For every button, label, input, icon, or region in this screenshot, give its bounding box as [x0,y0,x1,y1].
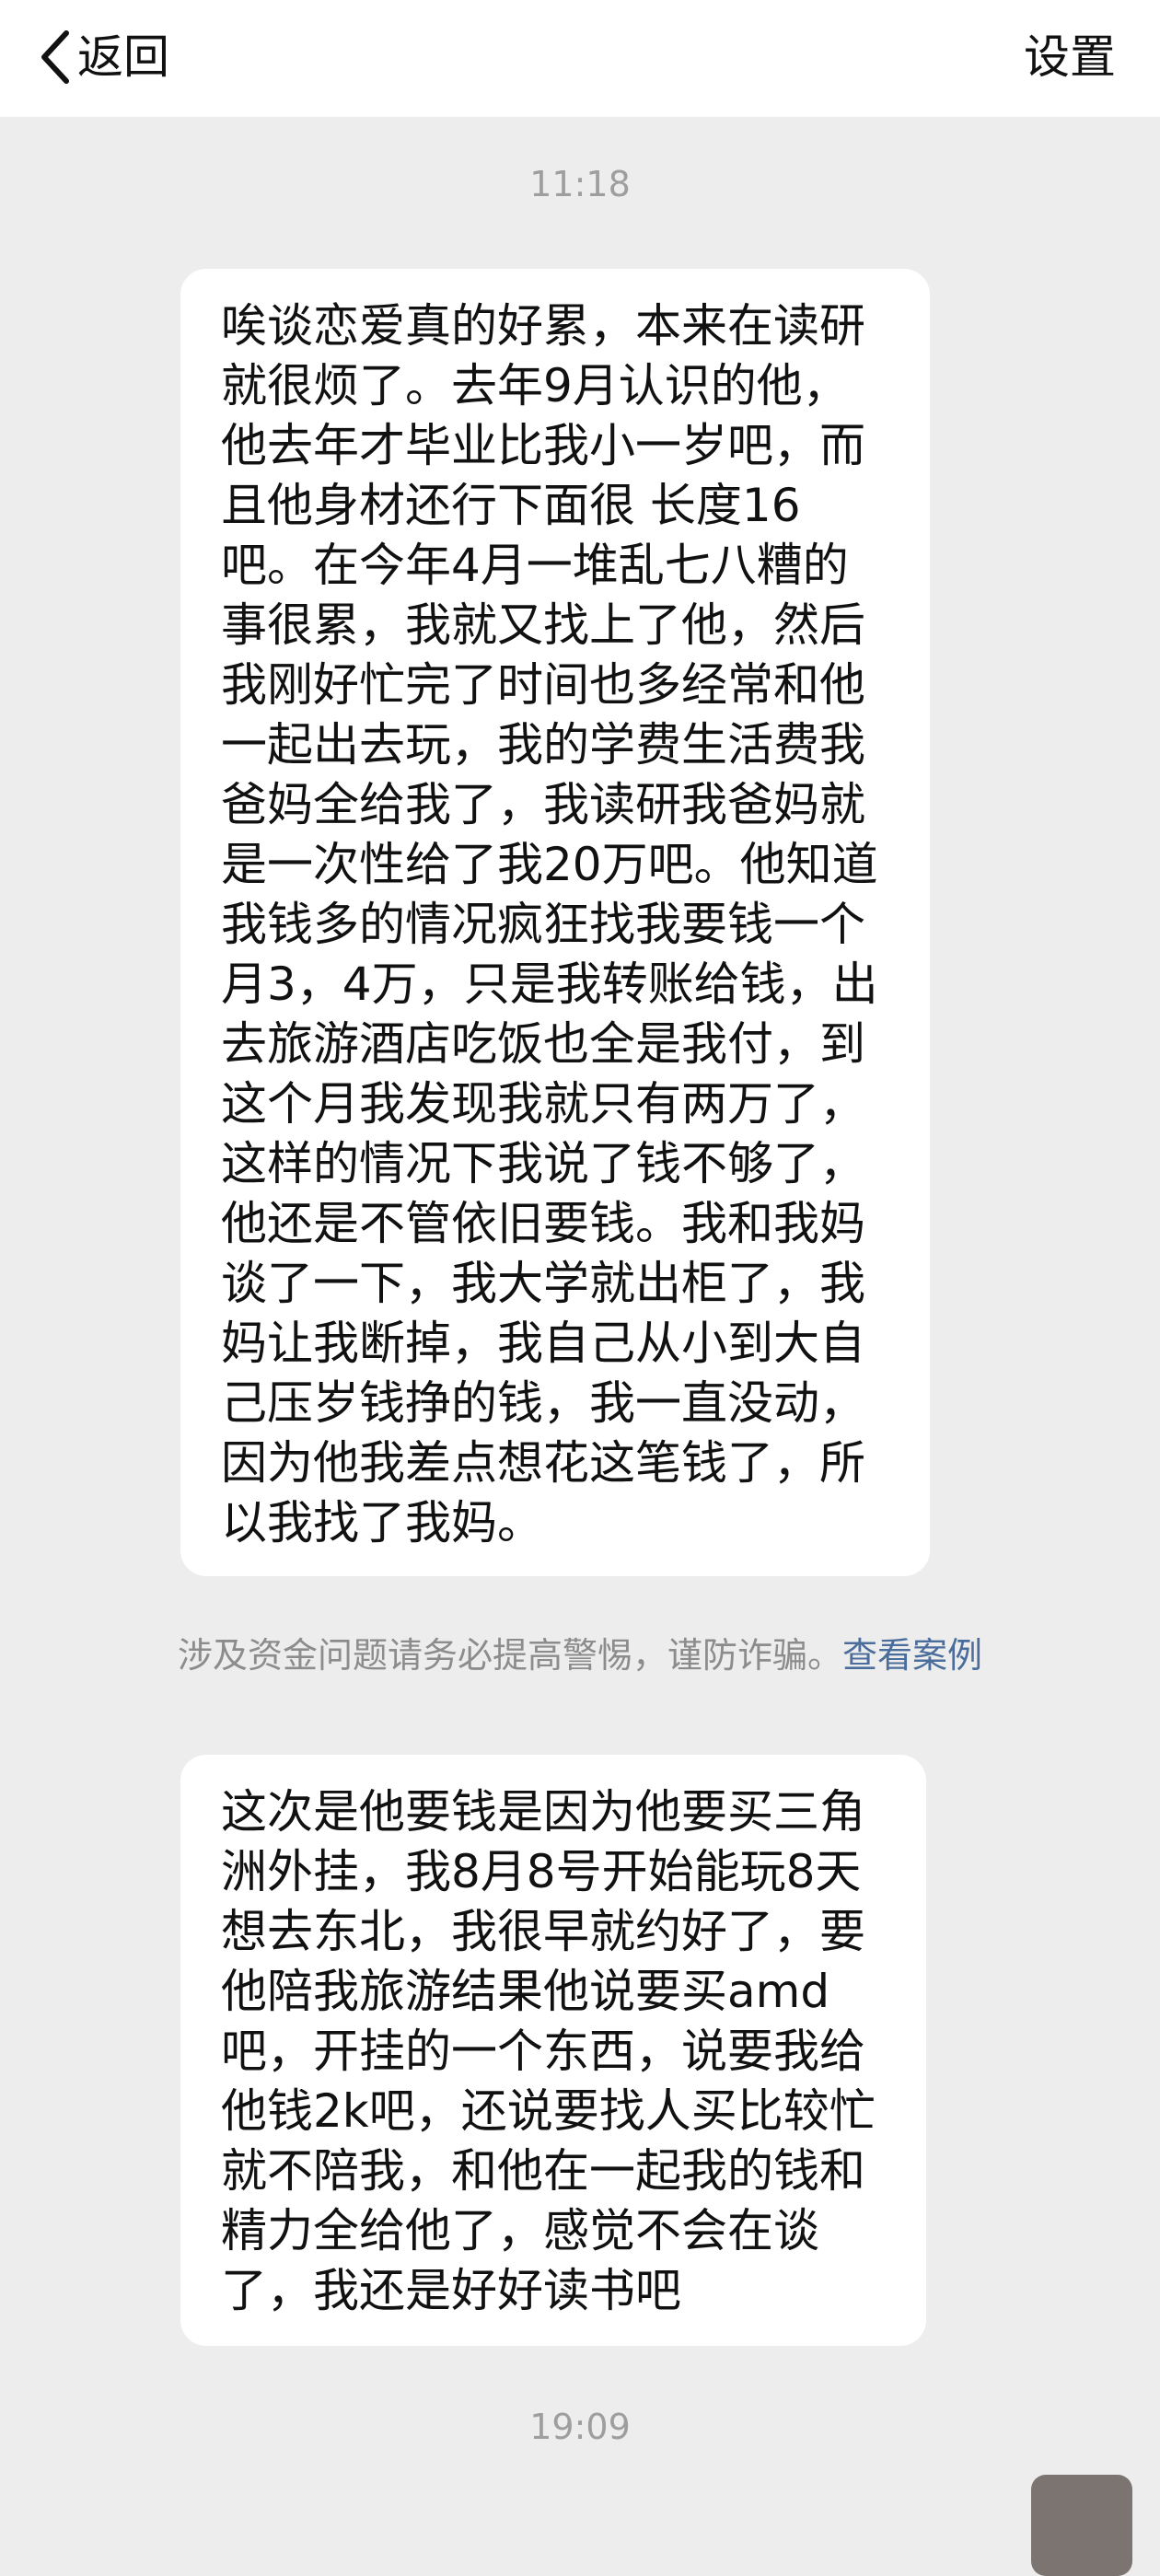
message-bubble: 唉谈恋爱真的好累，本来在读研 就很烦了。去年9月认识的他， 他去年才毕业比我小一… [180,269,930,1576]
fraud-warning-text: 涉及资金问题请务必提高警惕，谨防诈骗。 [177,1635,842,1676]
fraud-warning-notice: 涉及资金问题请务必提高警惕，谨防诈骗。查看案例 [0,1630,1160,1681]
message-timestamp: 11:18 [529,164,631,204]
chevron-left-icon [41,30,69,84]
back-button[interactable]: 返回 [37,20,169,94]
avatar[interactable] [1031,2475,1132,2576]
settings-button[interactable]: 设置 [1024,20,1116,94]
top-navigation-bar: 返回 设置 [0,0,1160,117]
message-bubble: 这次是他要钱是因为他要买三角 洲外挂，我8月8号开始能玩8天 想去东北，我很早就… [180,1755,926,2346]
back-label: 返回 [77,30,169,84]
view-cases-link[interactable]: 查看案例 [842,1635,982,1676]
message-timestamp: 19:09 [529,2407,631,2447]
